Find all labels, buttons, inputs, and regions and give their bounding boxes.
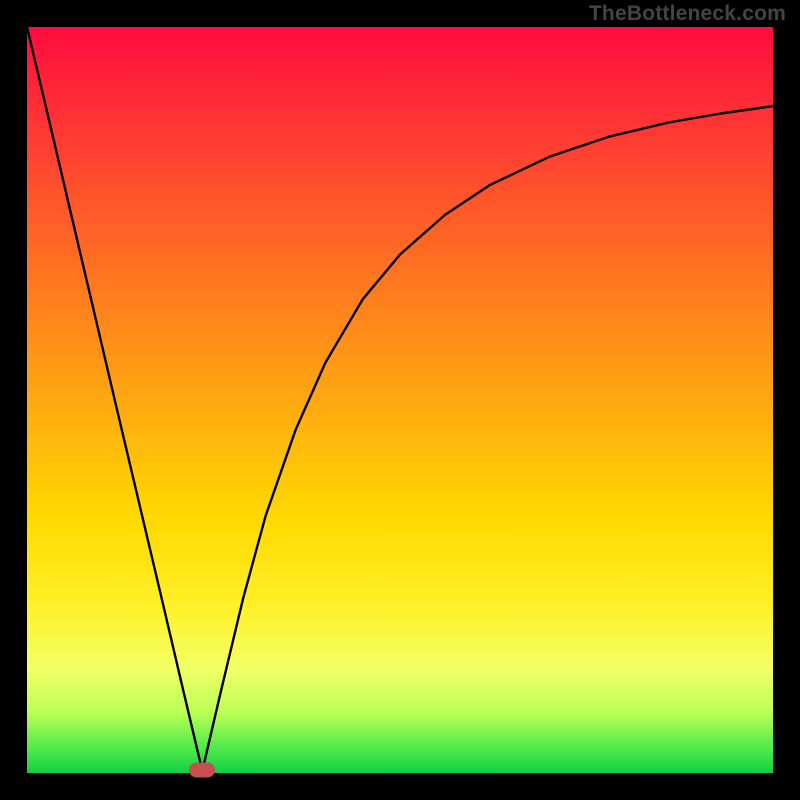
curve-layer xyxy=(27,27,773,773)
left-branch-line xyxy=(27,27,202,771)
watermark-text: TheBottleneck.com xyxy=(589,2,786,26)
chart-frame: TheBottleneck.com xyxy=(0,0,800,800)
vertex-marker xyxy=(189,763,215,778)
plot-area xyxy=(27,27,773,773)
right-branch-line xyxy=(202,106,773,771)
